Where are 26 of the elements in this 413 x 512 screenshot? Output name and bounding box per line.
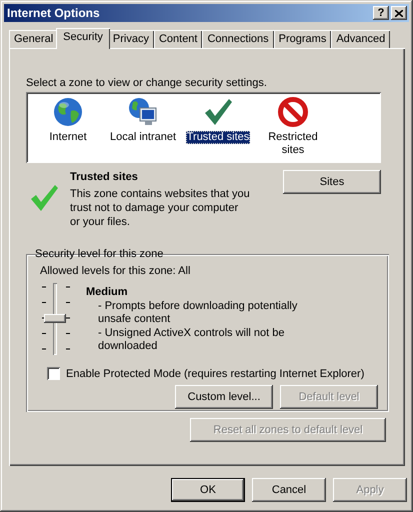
help-button[interactable]: ? [373,6,389,20]
sites-button[interactable]: Sites [283,170,381,194]
zone-title: Trusted sites [70,170,139,184]
level-detail: - Unsigned ActiveX controls will not be downloaded [98,327,286,353]
cancel-button[interactable]: Cancel [252,478,326,502]
ok-button[interactable]: OK [171,478,245,502]
zone-item[interactable]: Trusted sites [186,131,250,144]
tab[interactable]: Advanced [331,30,390,48]
tab[interactable]: General [9,30,58,48]
group-title: Security level for this zone [34,248,164,260]
custom-level-button[interactable]: Custom level... [175,385,273,409]
zone-description: This zone contains websites that you trust not to damage your computer or your files. [70,187,250,229]
level-name: Medium [86,285,129,299]
level-detail: - Prompts before downloading potentially unsafe content [98,300,298,326]
tab[interactable]: Security [56,28,110,49]
tab[interactable]: Connections [202,30,274,48]
checkbox-label: Enable Protected Mode (requires restarting Internet Explorer) [66,368,364,380]
zone-prompt: Select a zone to view or change security settings. [26,76,268,90]
tab[interactable]: Privacy [108,30,154,48]
zone-item[interactable]: Local intranet [108,131,178,144]
window-title: Internet Options [7,6,101,20]
zone-item[interactable]: Internet [48,131,88,144]
zone-item[interactable]: Restricted sites [257,131,329,157]
tab[interactable]: Programs [274,30,332,48]
tab[interactable]: Content [154,30,202,48]
allowed-levels: Allowed levels for this zone: All [40,264,192,278]
